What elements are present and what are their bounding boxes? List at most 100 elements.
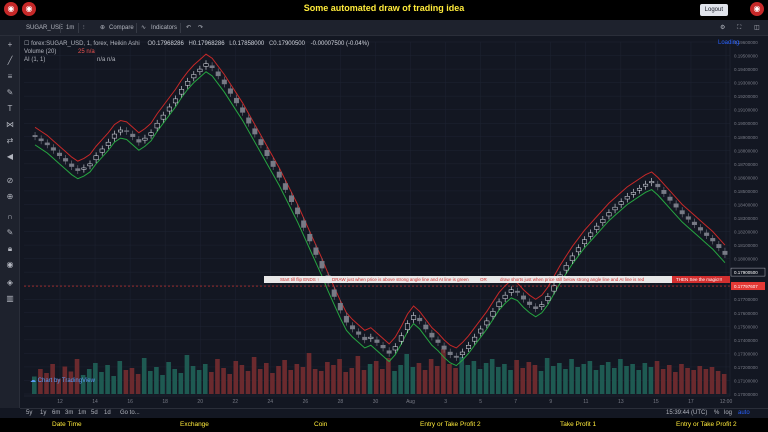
ruler-icon[interactable]: ⊘ [4,176,16,186]
trash-icon[interactable]: ▥ [4,294,16,304]
candle-body [441,345,447,350]
stay-in-drawing-icon[interactable]: ✎ [4,228,16,238]
pattern-tool-icon[interactable]: ⋈ [4,120,16,130]
time-axis-label: 20 [197,399,203,405]
candle-body [643,183,649,187]
crosshair-icon[interactable]: + [4,40,16,50]
candle-body [490,311,496,317]
candle-body [636,187,642,191]
ai-line-green [34,71,726,367]
volume-bar [496,367,501,394]
price-axis-label: 0.18200000 [734,230,758,235]
tf-1d[interactable]: 1d [104,410,111,416]
indicators-icon[interactable]: ∿ [141,23,146,33]
price-axis-label: 0.18800000 [734,148,758,153]
eye-icon[interactable]: ◉ [4,260,16,270]
auto-toggle[interactable]: auto [738,410,750,416]
tf-1m[interactable]: 1m [78,410,86,416]
volume-bar [441,349,446,394]
time-axis-label: 7 [514,399,517,405]
tf-5y[interactable]: 5y [26,410,32,416]
settings-gear-icon[interactable]: ⚙ [720,23,725,33]
chart-canvas[interactable]: 0.196000000.195000000.194000000.19300000… [20,36,768,408]
log-toggle[interactable]: log [724,410,732,416]
candle-body [276,171,282,178]
compare-button[interactable]: Compare [109,23,134,33]
brush-icon[interactable]: ✎ [4,88,16,98]
volume-bar [532,365,538,394]
annotation-bar: Start till flip ENDS ↑ DRAW just when pr… [264,276,672,283]
price-chart[interactable]: 0.19600000 0.19500000 0.19400000 0.19300000… [20,36,768,408]
candle-body [160,114,166,120]
time-axis-label: 3 [444,399,447,405]
price-axis-label: 0.19000000 [734,121,758,126]
tf-6m[interactable]: 6m [52,410,60,416]
candle-body [698,227,704,231]
trendline-icon[interactable]: ╱ [4,56,16,66]
time-axis-label: Aug [406,399,415,405]
layers-icon[interactable]: ◈ [4,278,16,288]
lock-icon[interactable]: 🔒︎ [4,244,16,254]
volume-bar [477,369,483,394]
fullscreen-icon[interactable]: ⛶ [737,23,741,33]
indicators-button[interactable]: Indicators [151,23,177,33]
magnet-icon[interactable]: ∩ [4,212,16,222]
candle-body [673,203,679,208]
candle-body [252,128,258,135]
prediction-tool-icon[interactable]: ⇄ [4,136,16,146]
candle-body [551,285,557,292]
redo-icon[interactable]: ↷ [198,23,203,33]
undo-icon[interactable]: ↶ [186,23,191,33]
candle-body [722,250,728,255]
time-axis-label: 14 [92,399,98,405]
candle-body [38,138,44,142]
candle-body [466,345,472,349]
symbol-search[interactable]: SUGAR_USE [26,23,63,33]
time-axis-label: 17 [688,399,694,405]
volume-bar [538,371,544,394]
percent-toggle[interactable]: % [714,410,719,416]
price-axis-label: 0.18500000 [734,189,758,194]
candle-body [453,355,459,358]
volume-bar [581,364,587,394]
tf-3m[interactable]: 3m [65,410,73,416]
volume-bar [257,369,263,394]
volume-bar [190,366,196,394]
legend-checkbox-icon[interactable]: ☐ [24,41,29,47]
footer-date-time: Date Time [52,421,82,428]
volume-bar [447,364,452,394]
compare-icon[interactable]: ⊕ [100,23,105,33]
volume-bar [624,366,629,394]
chart-toolbar: SUGAR_USE 1m ⫶ ⊕ Compare ∿ Indicators ↶ … [0,20,768,36]
cloud-icon: ☁ [30,378,36,384]
volume-bar [703,369,709,394]
fib-tool-icon[interactable]: ≡ [4,72,16,82]
volume-bar [294,364,300,394]
candle-body [368,336,374,339]
tradingview-watermark[interactable]: ☁ Chart by TradingView [30,377,95,384]
volume-bar [282,360,287,394]
chart-style-icon[interactable]: ⫶ [83,23,85,33]
logout-button[interactable]: Logout [699,4,728,16]
candle-body [411,315,417,320]
volume-bar [349,368,355,394]
volume-bar [636,370,642,394]
candle-body [227,88,233,94]
snapshot-icon[interactable]: ◫ [754,23,760,33]
candle-body [154,122,160,129]
candle-body [545,296,551,301]
tf-1y[interactable]: 1y [40,410,46,416]
volume-bar [654,361,660,394]
candle-body [319,261,325,269]
timezone-label[interactable]: 15:39:44 (UTC) [666,410,707,416]
candle-body [380,345,386,349]
candle-body [484,320,490,326]
tf-5d[interactable]: 5d [91,410,98,416]
text-tool-icon[interactable]: T [4,104,16,114]
arrow-back-icon[interactable]: ◀ [4,152,16,162]
zoom-in-icon[interactable]: ⊕ [4,192,16,202]
price-axis-label: 0.18100000 [734,243,758,248]
candle-body [63,158,69,162]
interval-select[interactable]: 1m [66,23,74,33]
goto-button[interactable]: Go to... [120,410,140,416]
